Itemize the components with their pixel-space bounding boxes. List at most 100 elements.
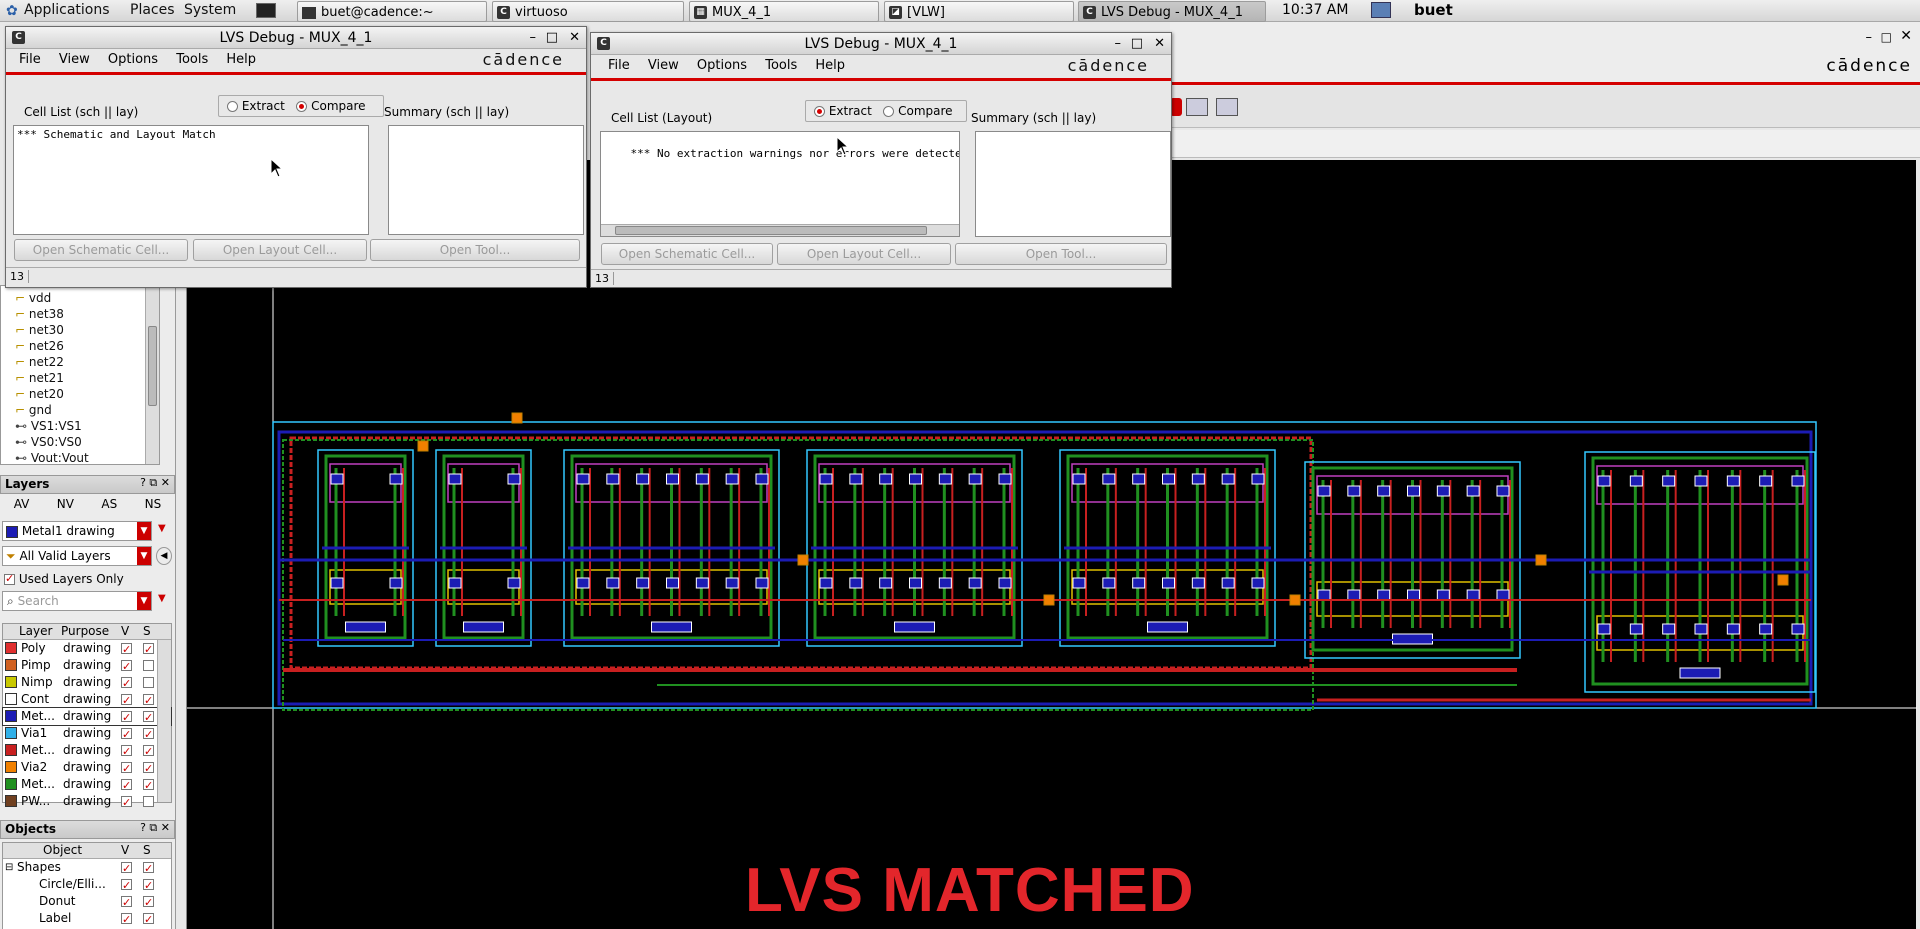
minimize-icon[interactable]: – (530, 27, 537, 49)
layer-row[interactable]: Nimp drawing (3, 674, 171, 692)
collapse-icon[interactable]: ⊟ (5, 859, 13, 876)
close-icon[interactable]: ✕ (1900, 28, 1912, 44)
visible-checkbox[interactable] (121, 911, 132, 928)
selectable-checkbox[interactable] (143, 796, 154, 807)
open-tool-button[interactable]: Open Tool... (370, 239, 580, 261)
window-close-all-icon[interactable] (1216, 98, 1238, 116)
visible-checkbox[interactable] (121, 709, 132, 726)
layer-row[interactable]: Pimp drawing (3, 657, 171, 675)
selectable-checkbox[interactable] (143, 777, 154, 794)
net-item[interactable]: ⌐ net20 (15, 386, 89, 402)
tab-as[interactable]: AS (101, 497, 117, 517)
dialog-title-bar[interactable]: C LVS Debug - MUX_4_1 – □ ✕ (591, 33, 1171, 55)
net-item[interactable]: ⌐ net38 (15, 306, 89, 322)
pin-item[interactable]: ⊷ VS1:VS1 (15, 418, 89, 434)
current-layer-select[interactable]: Metal1 drawing ▼ (2, 521, 152, 541)
menu-applications[interactable]: Applications (24, 2, 110, 18)
taskbar-lvs-debug[interactable]: C LVS Debug - MUX_4_1 (1078, 1, 1266, 22)
menu-options[interactable]: Options (108, 52, 158, 67)
navigator-scrollbar[interactable] (145, 286, 159, 464)
pin-item[interactable]: ⊷ Vout:Vout (15, 450, 89, 466)
selectable-checkbox[interactable] (143, 677, 154, 688)
visible-checkbox[interactable] (121, 860, 132, 877)
visible-checkbox[interactable] (121, 877, 132, 894)
tab-ns[interactable]: NS (145, 497, 162, 517)
used-layers-checkbox[interactable] (4, 572, 15, 585)
visible-checkbox[interactable] (121, 743, 132, 760)
dropdown-icon[interactable]: ▼ (137, 547, 151, 565)
selectable-checkbox[interactable] (143, 894, 154, 911)
selectable-checkbox[interactable] (143, 877, 154, 894)
user-name[interactable]: buet (1414, 1, 1453, 19)
dialog-title-bar[interactable]: C LVS Debug - MUX_4_1 – □ ✕ (6, 27, 586, 49)
visible-checkbox[interactable] (121, 675, 132, 692)
menu-system[interactable]: System (184, 2, 236, 18)
maximize-icon[interactable]: □ (1881, 30, 1892, 44)
selectable-checkbox[interactable] (143, 860, 154, 877)
used-layers-only[interactable]: Used Layers Only (4, 572, 124, 586)
layer-row[interactable]: Met... drawing (3, 742, 171, 760)
open-schematic-cell-button[interactable]: Open Schematic Cell... (14, 239, 188, 261)
layer-row[interactable]: Via1 drawing (3, 725, 171, 743)
compare-radio[interactable] (883, 106, 895, 117)
tab-nv[interactable]: NV (57, 497, 74, 517)
visible-checkbox[interactable] (121, 794, 132, 811)
taskbar-terminal[interactable]: buet@cadence:~ (297, 1, 487, 22)
maximize-icon[interactable]: □ (1131, 33, 1143, 55)
summary-box[interactable] (975, 131, 1171, 237)
selectable-checkbox[interactable] (143, 743, 154, 760)
taskbar-mux[interactable]: ▦ MUX_4_1 (689, 1, 879, 22)
panel-controls-icon[interactable]: ? ⧉ ✕ (140, 476, 170, 490)
window-tile-icon[interactable] (1186, 98, 1208, 116)
net-item[interactable]: ⌐ net21 (15, 370, 89, 386)
layer-row[interactable]: Met... drawing (2, 707, 172, 726)
selectable-checkbox[interactable] (143, 760, 154, 777)
selectable-checkbox[interactable] (143, 911, 154, 928)
object-row[interactable]: Label (3, 910, 171, 928)
menu-view[interactable]: View (59, 52, 90, 67)
open-layout-cell-button[interactable]: Open Layout Cell... (193, 239, 367, 261)
visible-checkbox[interactable] (121, 760, 132, 777)
visible-checkbox[interactable] (121, 777, 132, 794)
tab-av[interactable]: AV (14, 497, 30, 517)
layer-row[interactable]: Met... drawing (3, 776, 171, 794)
dropdown-icon[interactable]: ▼ (137, 522, 151, 540)
visible-checkbox[interactable] (121, 641, 132, 658)
open-schematic-cell-button[interactable]: Open Schematic Cell... (601, 243, 773, 265)
menu-file[interactable]: File (19, 52, 41, 67)
minimize-icon[interactable]: – (1115, 33, 1122, 55)
visible-checkbox[interactable] (121, 726, 132, 743)
menu-help[interactable]: Help (815, 58, 845, 73)
menu-options[interactable]: Options (697, 58, 747, 73)
maximize-icon[interactable]: □ (546, 27, 558, 49)
horizontal-scrollbar[interactable] (601, 224, 959, 236)
extract-radio[interactable] (814, 106, 825, 117)
menu-tools[interactable]: Tools (765, 58, 797, 73)
search-options-icon[interactable]: ▼ (158, 593, 166, 604)
compare-radio[interactable] (296, 101, 308, 112)
layer-row[interactable]: Cont drawing (3, 691, 171, 709)
layer-row[interactable]: Via2 drawing (3, 759, 171, 777)
layers-scrollbar[interactable] (157, 640, 171, 802)
layer-row[interactable]: Poly drawing (3, 640, 171, 658)
layer-row[interactable]: PW... drawing (3, 793, 171, 811)
net-item[interactable]: ⌐ gnd (15, 402, 89, 418)
selectable-checkbox[interactable] (143, 660, 154, 671)
menu-view[interactable]: View (648, 58, 679, 73)
taskbar-vlw[interactable]: ◪ [VLW] (884, 1, 1074, 22)
menu-file[interactable]: File (608, 58, 630, 73)
panel-controls-icon[interactable]: ? ⧉ ✕ (140, 821, 170, 835)
visible-checkbox[interactable] (121, 894, 132, 911)
visible-checkbox[interactable] (121, 692, 132, 709)
visible-checkbox[interactable] (121, 658, 132, 675)
pin-item[interactable]: ⊷ VS0:VS0 (15, 434, 89, 450)
cell-list-box[interactable]: *** Schematic and Layout Match (13, 125, 369, 235)
network-icon[interactable] (1371, 2, 1391, 18)
taskbar-virtuoso[interactable]: Cvirtuoso (492, 1, 684, 22)
close-icon[interactable]: ✕ (1154, 33, 1165, 55)
selectable-checkbox[interactable] (143, 692, 154, 709)
layer-search-input[interactable]: ⌕ Search ▼ (2, 591, 152, 611)
extract-radio[interactable] (227, 101, 238, 112)
refresh-icon[interactable]: ◀ (156, 547, 172, 565)
summary-box[interactable] (388, 125, 584, 235)
